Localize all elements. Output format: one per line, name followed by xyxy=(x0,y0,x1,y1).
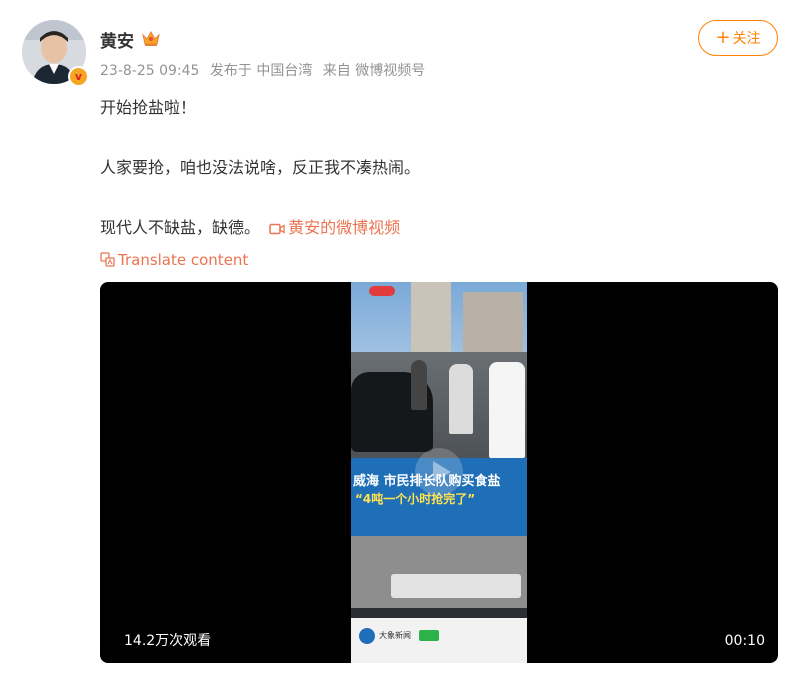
play-icon[interactable] xyxy=(414,447,464,497)
video-source-label: 大象新闻 xyxy=(379,631,411,640)
verified-badge-icon: v xyxy=(68,66,89,87)
post-text-line-1: 开始抢盐啦！ xyxy=(100,98,197,117)
plus-icon: + xyxy=(715,27,731,48)
post-source: 来自 微博视频号 xyxy=(322,63,426,79)
follow-button[interactable]: + 关注 xyxy=(698,20,778,56)
translate-label: Translate content xyxy=(118,251,249,269)
translate-icon xyxy=(100,252,115,267)
post-text-line-3: 现代人不缺盐，缺德。 黄安的微博视频 xyxy=(100,214,400,238)
video-camera-icon xyxy=(269,223,285,235)
video-link-label: 黄安的微博视频 xyxy=(288,218,401,237)
video-player[interactable]: 威海 市民排长队购买食盐 “4吨一个小时抢完了” 大象新闻 14.2万次观看 0… xyxy=(100,282,778,663)
translate-button[interactable]: Translate content xyxy=(100,251,248,269)
video-view-count: 14.2万次观看 xyxy=(124,633,212,649)
video-link[interactable]: 黄安的微博视频 xyxy=(269,218,400,237)
post-meta: 23-8-25 09:45 发布于 中国台湾 来自 微博视频号 xyxy=(100,60,431,80)
post-timestamp[interactable]: 23-8-25 09:45 xyxy=(100,63,199,79)
post-location: 发布于 中国台湾 xyxy=(209,63,313,79)
post-text-line-3-content: 现代人不缺盐，缺德。 xyxy=(100,218,261,237)
crown-icon xyxy=(142,30,160,46)
author-name[interactable]: 黄安 xyxy=(100,27,134,52)
post-text-line-2: 人家要抢，咱也没法说啥，反正我不凑热闹。 xyxy=(100,158,421,177)
follow-label: 关注 xyxy=(732,31,761,47)
video-duration: 00:10 xyxy=(724,633,765,649)
